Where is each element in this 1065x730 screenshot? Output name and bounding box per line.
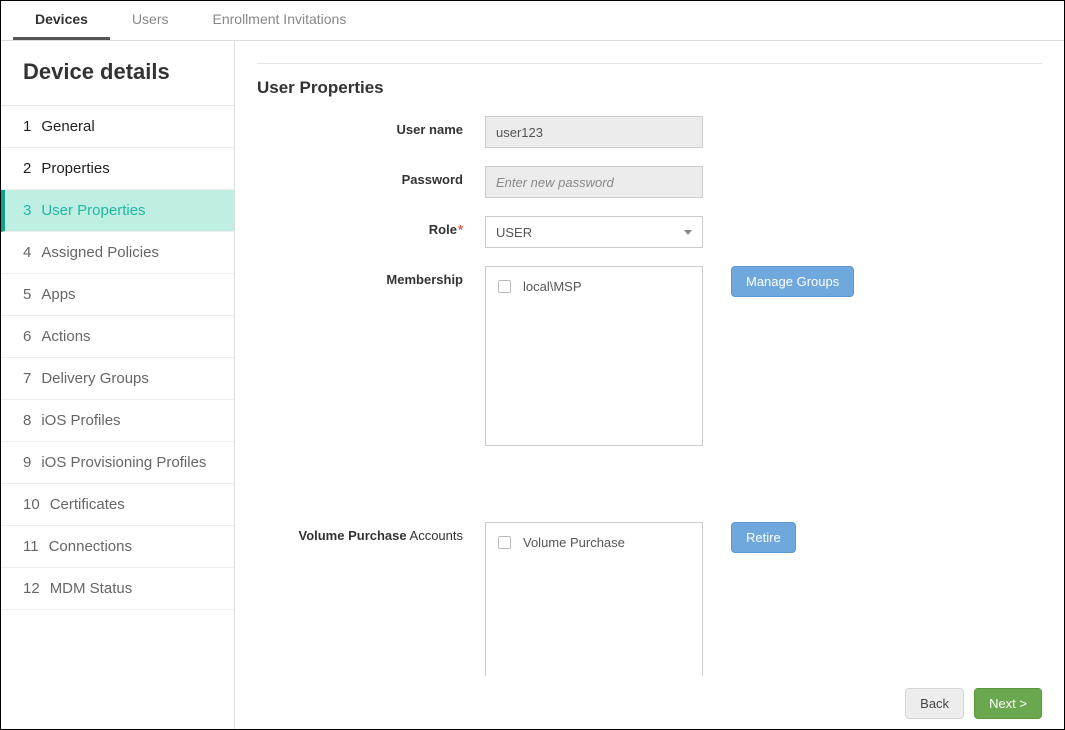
sidebar-item-number: 12 (23, 580, 40, 597)
sidebar: Device details 1 General 2 Properties 3 … (1, 41, 235, 729)
sidebar-item-connections[interactable]: 11 Connections (1, 526, 234, 568)
sidebar-item-number: 11 (23, 538, 39, 555)
password-label: Password (257, 166, 485, 187)
sidebar-item-label: Certificates (50, 496, 125, 513)
sidebar-item-label: MDM Status (50, 580, 133, 597)
sidebar-item-number: 3 (23, 202, 31, 219)
sidebar-item-number: 6 (23, 328, 31, 345)
checkbox-icon[interactable] (498, 280, 511, 293)
sidebar-item-number: 9 (23, 454, 31, 471)
tab-users[interactable]: Users (110, 1, 191, 40)
sidebar-item-label: Actions (41, 328, 90, 345)
footer-buttons: Back Next > (257, 676, 1042, 719)
manage-groups-button[interactable]: Manage Groups (731, 266, 854, 297)
sidebar-item-number: 7 (23, 370, 31, 387)
back-button[interactable]: Back (905, 688, 964, 719)
sidebar-item-label: Delivery Groups (41, 370, 149, 387)
sidebar-item-label: iOS Provisioning Profiles (41, 454, 206, 471)
sidebar-item-actions[interactable]: 6 Actions (1, 316, 234, 358)
caret-down-icon (684, 230, 692, 235)
role-select-value: USER (496, 225, 532, 240)
volume-purchase-label: Volume Purchase Accounts (257, 522, 485, 543)
sidebar-item-mdm-status[interactable]: 12 MDM Status (1, 568, 234, 610)
volume-purchase-list-item[interactable]: Volume Purchase (498, 533, 690, 552)
sidebar-item-apps[interactable]: 5 Apps (1, 274, 234, 316)
membership-item-label: local\MSP (523, 279, 582, 294)
sidebar-item-number: 4 (23, 244, 31, 261)
sidebar-item-user-properties[interactable]: 3 User Properties (1, 190, 234, 232)
password-input[interactable] (485, 166, 703, 198)
sidebar-item-ios-provisioning-profiles[interactable]: 9 iOS Provisioning Profiles (1, 442, 234, 484)
sidebar-item-general[interactable]: 1 General (1, 106, 234, 148)
checkbox-icon[interactable] (498, 536, 511, 549)
sidebar-item-assigned-policies[interactable]: 4 Assigned Policies (1, 232, 234, 274)
next-button[interactable]: Next > (974, 688, 1042, 719)
tab-enrollment-invitations[interactable]: Enrollment Invitations (191, 1, 369, 40)
username-label: User name (257, 116, 485, 137)
sidebar-item-properties[interactable]: 2 Properties (1, 148, 234, 190)
divider (257, 63, 1042, 64)
sidebar-item-number: 5 (23, 286, 31, 303)
sidebar-item-label: User Properties (41, 202, 145, 219)
sidebar-item-number: 10 (23, 496, 40, 513)
role-label: Role* (257, 216, 485, 237)
tab-devices[interactable]: Devices (13, 1, 110, 40)
sidebar-item-number: 1 (23, 118, 31, 135)
role-select[interactable]: USER (485, 216, 703, 248)
sidebar-item-label: iOS Profiles (41, 412, 120, 429)
sidebar-item-certificates[interactable]: 10 Certificates (1, 484, 234, 526)
top-tabs: Devices Users Enrollment Invitations (1, 1, 1064, 41)
sidebar-title: Device details (1, 41, 234, 106)
sidebar-item-number: 2 (23, 160, 31, 177)
membership-label: Membership (257, 266, 485, 287)
retire-button[interactable]: Retire (731, 522, 796, 553)
main-panel: User Properties User name Password Role*… (235, 41, 1064, 729)
sidebar-item-label: Connections (49, 538, 132, 555)
sidebar-item-label: General (41, 118, 94, 135)
membership-listbox[interactable]: local\MSP (485, 266, 703, 446)
membership-list-item[interactable]: local\MSP (498, 277, 690, 296)
volume-purchase-listbox[interactable]: Volume Purchase (485, 522, 703, 676)
sidebar-item-ios-profiles[interactable]: 8 iOS Profiles (1, 400, 234, 442)
volume-purchase-item-label: Volume Purchase (523, 535, 625, 550)
sidebar-item-label: Assigned Policies (41, 244, 159, 261)
section-title: User Properties (257, 78, 1042, 98)
sidebar-item-delivery-groups[interactable]: 7 Delivery Groups (1, 358, 234, 400)
sidebar-item-label: Apps (41, 286, 75, 303)
sidebar-item-number: 8 (23, 412, 31, 429)
sidebar-item-label: Properties (41, 160, 109, 177)
username-input[interactable] (485, 116, 703, 148)
